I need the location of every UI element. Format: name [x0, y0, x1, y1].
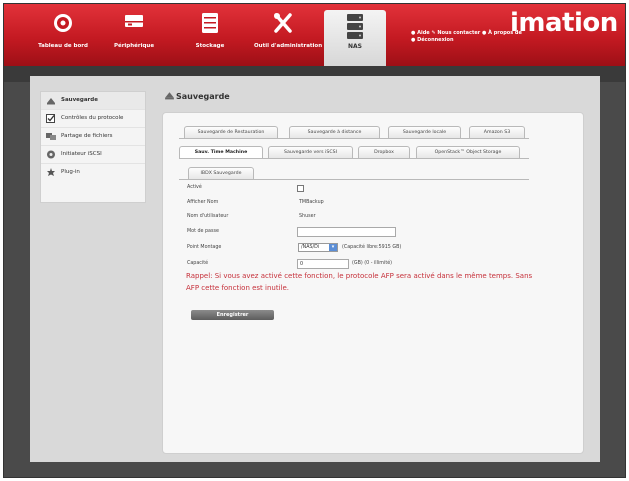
- nav-nas-label: NAS: [348, 43, 362, 50]
- sidebar-item-label: Plug-in: [61, 169, 80, 175]
- sidebar-item-protocol-controls[interactable]: Contrôles du protocole: [41, 110, 145, 128]
- sidebar-item-label: Initiateur iSCSI: [61, 151, 102, 157]
- save-button[interactable]: Enregistrer: [191, 310, 274, 320]
- tab-divider: [179, 179, 529, 180]
- volume-capacity: (Capacité libre:5915 GB): [342, 245, 402, 250]
- display-name-value: TMBackup: [299, 200, 324, 205]
- username-label: Nom d'utilisateur: [187, 214, 229, 219]
- storage-icon: [201, 12, 219, 38]
- tab-divider: [179, 138, 529, 139]
- capacity-input[interactable]: 0: [297, 259, 349, 269]
- nav-admin-tools-label: Outil d'administration: [254, 43, 323, 49]
- about-icon: ●: [481, 30, 487, 36]
- app-window: Tableau de bord Périphérique Stockage Ou…: [3, 3, 626, 478]
- tab-divider: [179, 158, 529, 159]
- volume-select[interactable]: /NAS/Di ▾: [298, 243, 338, 252]
- volume-select-value: /NAS/Di: [301, 245, 320, 250]
- enabled-label: Activé: [187, 185, 202, 190]
- help-link[interactable]: Aide: [417, 30, 430, 36]
- checkbox-icon: [46, 114, 55, 123]
- backup-icon: [47, 98, 55, 105]
- sidebar: Sauvegarde Contrôles du protocole Partag…: [40, 91, 146, 203]
- logout-icon: ●: [411, 37, 416, 43]
- contact-link[interactable]: Nous contacter: [437, 30, 480, 36]
- help-icon: ●: [411, 30, 416, 36]
- contact-icon: ✎: [431, 30, 436, 36]
- device-icon: [123, 12, 145, 34]
- tools-icon: [273, 12, 293, 38]
- nav-dashboard-label: Tableau de bord: [38, 43, 88, 49]
- backup-icon: [165, 92, 174, 100]
- top-links: ● Aide ✎ Nous contacter ● À propos de ● …: [411, 30, 522, 44]
- password-input[interactable]: [297, 227, 396, 237]
- dashboard-icon: [52, 12, 74, 38]
- username-value: Shuser: [299, 214, 316, 219]
- nav-storage-label: Stockage: [195, 43, 225, 49]
- capacity-label: Capacité: [187, 261, 209, 266]
- sidebar-item-label: Partage de fichiers: [61, 133, 113, 139]
- chevron-down-icon: ▾: [329, 244, 337, 251]
- nav-admin-tools[interactable]: Outil d'administration: [254, 4, 323, 66]
- capacity-hint: (GB) (0 - illimité): [352, 261, 393, 266]
- plugin-icon: [47, 168, 55, 176]
- nav-device-label: Périphérique: [113, 43, 155, 49]
- nav-dashboard[interactable]: Tableau de bord: [30, 4, 96, 66]
- top-nav-bar: Tableau de bord Périphérique Stockage Ou…: [4, 4, 625, 66]
- sidebar-item-iscsi[interactable]: Initiateur iSCSI: [41, 146, 145, 164]
- volume-label: Point Montage: [187, 245, 222, 250]
- enabled-checkbox[interactable]: [297, 185, 304, 192]
- logout-link[interactable]: Déconnexion: [417, 37, 453, 43]
- share-icon: [46, 133, 56, 140]
- password-label: Mot de passe: [187, 229, 219, 234]
- nav-device[interactable]: Périphérique: [104, 4, 164, 66]
- nav-nas[interactable]: NAS: [324, 10, 386, 66]
- nas-icon: [346, 13, 364, 45]
- page-title: Sauvegarde: [176, 92, 230, 101]
- nav-storage[interactable]: Stockage: [182, 4, 238, 66]
- sidebar-item-backup[interactable]: Sauvegarde: [41, 92, 145, 110]
- sidebar-item-label: Contrôles du protocole: [61, 115, 124, 121]
- sidebar-item-plugin[interactable]: Plug-in: [41, 164, 145, 181]
- afp-reminder-note: Rappel: Si vous avez activé cette foncti…: [186, 272, 533, 292]
- display-name-label: Afficher Nom: [187, 200, 219, 205]
- sidebar-item-file-sharing[interactable]: Partage de fichiers: [41, 128, 145, 146]
- brand-logo: imation: [510, 8, 618, 38]
- iscsi-icon: [47, 150, 55, 159]
- sidebar-item-label: Sauvegarde: [61, 97, 98, 103]
